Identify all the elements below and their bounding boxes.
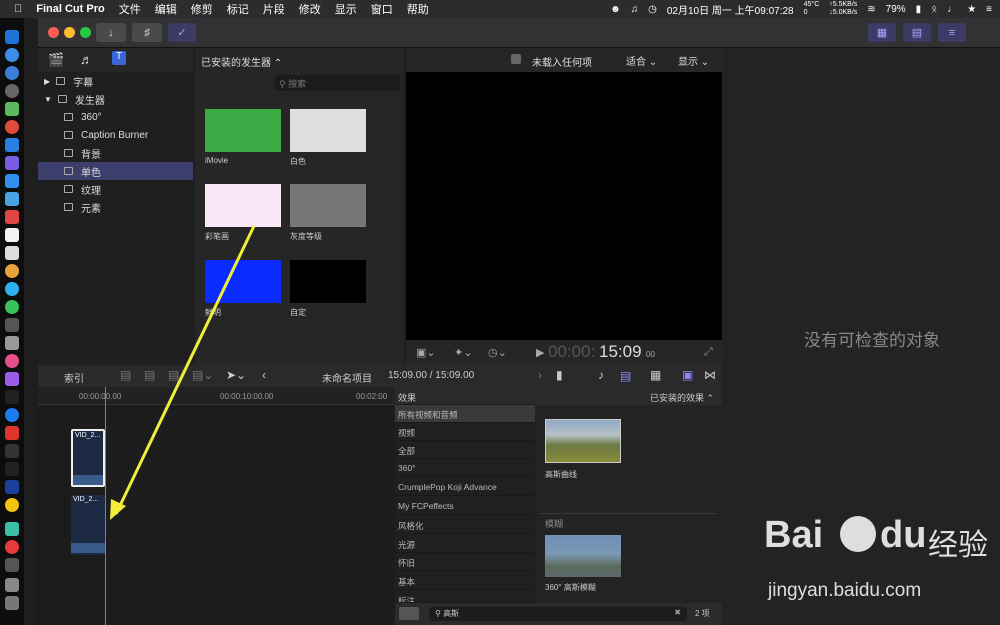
watermark-url: jingyan.baidu.com <box>768 580 922 601</box>
watermark-brand-2: du <box>880 514 927 556</box>
paw-icon <box>840 516 876 552</box>
watermark-cn: 经验 <box>928 529 988 562</box>
baidu-watermark: Bai du 经验 jingyan.baidu.com <box>760 512 1000 622</box>
watermark-brand: Bai <box>764 514 824 556</box>
